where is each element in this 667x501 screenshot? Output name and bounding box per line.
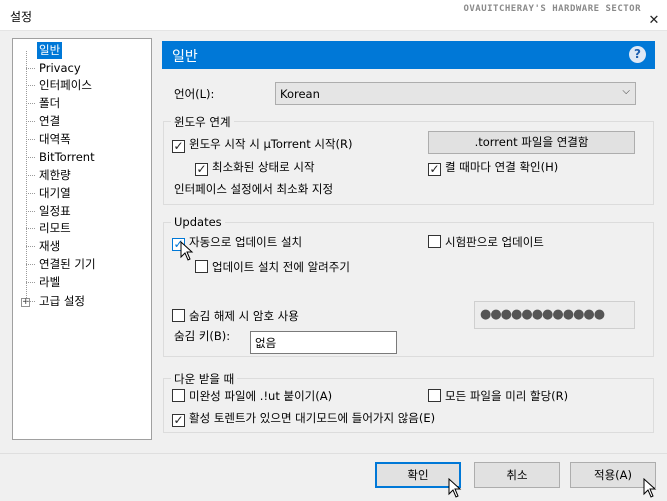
checkbox-box: ✓ (195, 162, 208, 176)
append-lut-checkbox[interactable]: 미완성 파일에 .!ut 붙이기(A) (172, 389, 332, 405)
notify-before-update-checkbox[interactable]: 업데이트 설치 전에 알려주기 (195, 260, 350, 276)
use-password-checkbox[interactable]: 숨김 해제 시 암호 사용 (172, 309, 299, 325)
tree-item-connection[interactable]: 연결 (26, 113, 62, 130)
checkbox-box (428, 389, 441, 402)
tree-item-scheduler[interactable]: 일정표 (26, 203, 73, 220)
boss-key-label: 숨김 키(B): (174, 329, 231, 343)
language-label: 언어(L): (174, 87, 215, 101)
checkbox-box (172, 389, 185, 402)
minimize-note: 인터페이스 설정에서 최소화 지정 (174, 182, 334, 196)
start-with-windows-checkbox[interactable]: ✓ 윈도우 시작 시 µTorrent 시작(R) (172, 137, 353, 153)
title-bar: 설정 OVAUITCHERAY'S HARDWARE SECTOR ✕ (0, 0, 667, 31)
check-association-checkbox[interactable]: ✓ 켤 때마다 연결 확인(H) (428, 160, 558, 176)
checkbox-box (428, 235, 441, 248)
tree-item-label: 연결 (39, 114, 61, 128)
tree-item-folders[interactable]: 폴더 (26, 95, 62, 112)
language-select[interactable]: Korean ⌵ (275, 82, 636, 105)
checkbox-label: 시험판으로 업데이트 (445, 235, 544, 249)
close-button[interactable]: ✕ (645, 12, 663, 30)
tree-item-label: 대기열 (39, 186, 71, 200)
checkbox-box (172, 309, 185, 322)
checkbox-box: ✓ (172, 139, 185, 153)
settings-tree: 일반 Privacy 인터페이스 폴더 연결 대역폭 BitTorrent 제한… (12, 38, 152, 440)
expand-icon[interactable]: + (21, 298, 30, 307)
checkbox-box: ✓ (428, 162, 441, 176)
tree-item-transfer-cap[interactable]: 제한량 (26, 167, 73, 184)
checkbox-label: 윈도우 시작 시 µTorrent 시작(R) (189, 137, 353, 151)
language-value: Korean (280, 87, 320, 101)
tree-item-label: 인터페이스 (39, 78, 92, 92)
tree-item-label: Privacy (39, 61, 81, 75)
checkbox-box: ✓ (172, 413, 185, 427)
mouse-cursor-icon (180, 241, 194, 261)
prevent-standby-checkbox[interactable]: ✓ 활성 토렌트가 있으면 대기모드에 들어가지 않음(E) (172, 411, 435, 427)
tree-item-label: 제한량 (39, 168, 71, 182)
start-minimized-checkbox[interactable]: ✓ 최소화된 상태로 시작 (195, 160, 315, 176)
tree-item-bandwidth[interactable]: 대역폭 (26, 131, 73, 148)
tree-item-label: 리모트 (39, 221, 71, 235)
checkbox-label: 활성 토렌트가 있으면 대기모드에 들어가지 않음(E) (189, 411, 436, 425)
tree-item-bittorrent[interactable]: BitTorrent (26, 149, 97, 166)
checkbox-label: 모든 파일을 미리 할당(R) (445, 389, 569, 403)
windows-integration-title: 윈도우 연계 (171, 114, 234, 130)
help-icon[interactable]: ? (629, 46, 646, 63)
beta-update-checkbox[interactable]: 시험판으로 업데이트 (428, 235, 544, 251)
window-title: 설정 (10, 10, 33, 24)
checkbox-label: 최소화된 상태로 시작 (212, 160, 315, 174)
checkbox-label: 업데이트 설치 전에 알려주기 (212, 260, 350, 274)
mouse-cursor-icon (643, 478, 657, 498)
brand-watermark: OVAUITCHERAY'S HARDWARE SECTOR (463, 4, 641, 14)
tree-item-general[interactable]: 일반 (37, 42, 63, 59)
cancel-button[interactable]: 취소 (474, 462, 560, 488)
tree-item-label: 고급 설정 (39, 294, 85, 308)
preallocate-checkbox[interactable]: 모든 파일을 미리 할당(R) (428, 389, 568, 405)
checkbox-label: 미완성 파일에 .!ut 붙이기(A) (189, 389, 333, 403)
tree-item-label: 연결된 기기 (39, 257, 96, 271)
checkbox-box (195, 260, 208, 273)
checkbox-label: 숨김 해제 시 암호 사용 (189, 309, 299, 323)
section-title: 일반 (172, 49, 198, 65)
section-header: 일반 ? (162, 41, 655, 69)
tree-item-interface[interactable]: 인터페이스 (26, 77, 94, 94)
tree-item-playback[interactable]: 재생 (26, 238, 62, 255)
tree-item-label: 재생 (39, 239, 61, 253)
tree-item-queueing[interactable]: 대기열 (26, 185, 73, 202)
tree-item-label: BitTorrent (39, 150, 95, 164)
chevron-down-icon: ⌵ (622, 86, 630, 97)
mouse-cursor-icon (448, 478, 462, 498)
tree-item-advanced[interactable]: 고급 설정 (26, 293, 87, 310)
tree-item-privacy[interactable]: Privacy (26, 60, 83, 77)
checkbox-label: 자동으로 업데이트 설치 (189, 235, 303, 249)
checkbox-label: 켤 때마다 연결 확인(H) (445, 160, 559, 174)
tree-item-labels[interactable]: 라벨 (26, 274, 62, 291)
updates-title: Updates (171, 215, 225, 229)
tree-item-paired-devices[interactable]: 연결된 기기 (26, 256, 98, 273)
tree-item-label: 폴더 (39, 96, 61, 110)
tree-item-label: 대역폭 (39, 132, 71, 146)
tree-item-remote[interactable]: 리모트 (26, 220, 73, 237)
password-field[interactable]: ●●●●●●●●●●●● (474, 301, 635, 329)
tree-item-label: 일정표 (39, 204, 71, 218)
tree-item-label: 라벨 (39, 275, 61, 289)
boss-key-input[interactable]: 없음 (250, 331, 397, 354)
dialog-footer (0, 453, 667, 501)
associate-torrent-button[interactable]: .torrent 파일을 연결함 (428, 131, 635, 154)
when-downloading-title: 다운 받을 때 (171, 371, 238, 387)
